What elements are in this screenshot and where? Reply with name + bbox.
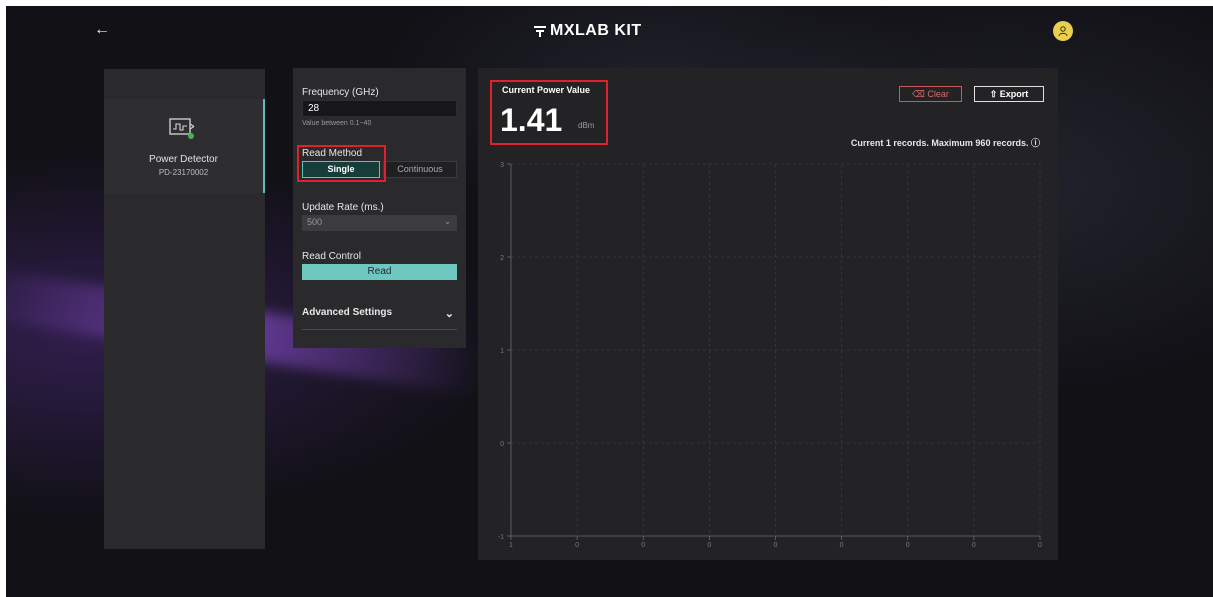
frequency-hint: Value between 0.1~40 — [302, 120, 372, 127]
user-icon — [1058, 26, 1068, 37]
current-power-value: 1.41 — [500, 102, 563, 138]
x-tick-label: 0 — [707, 542, 711, 549]
header: ← MXLAB KIT — [6, 6, 1213, 58]
current-power-title: Current Power Value — [502, 85, 591, 95]
frequency-label: Frequency (GHz) — [302, 87, 379, 98]
app-window: ← MXLAB KIT Power Detector PD-23170002 F… — [6, 6, 1213, 597]
read-method-label: Read Method — [302, 148, 363, 159]
chevron-down-icon: ⌄ — [444, 217, 451, 226]
x-tick-label: 0 — [1038, 542, 1042, 549]
device-list-panel: Power Detector PD-23170002 — [104, 69, 265, 549]
x-tick-label: 0 — [774, 542, 778, 549]
clear-label: Clear — [927, 89, 949, 99]
x-tick-label: 0 — [906, 542, 910, 549]
power-detector-icon — [169, 118, 195, 139]
clear-button[interactable]: ⌫ Clear — [899, 86, 962, 102]
back-arrow-icon[interactable]: ← — [94, 21, 112, 39]
advanced-settings-toggle[interactable]: Advanced Settings ⌄ — [302, 307, 457, 330]
update-rate-label: Update Rate (ms.) — [302, 202, 384, 213]
device-serial: PD-23170002 — [158, 168, 209, 177]
export-label: Export — [999, 89, 1029, 99]
trash-icon: ⌫ — [912, 89, 925, 99]
brand-logo: MXLAB KIT — [534, 22, 642, 40]
x-tick-label: 1 — [509, 542, 513, 549]
device-card-power-detector[interactable]: Power Detector PD-23170002 — [104, 99, 265, 193]
read-button[interactable]: Read — [302, 264, 457, 280]
y-tick-label: 3 — [500, 162, 504, 169]
x-tick-label: 0 — [972, 542, 976, 549]
info-icon[interactable]: ⓘ — [1031, 138, 1040, 148]
brand-text: MXLAB KIT — [550, 22, 642, 39]
device-name: Power Detector — [149, 154, 218, 165]
brand-mark-icon — [534, 26, 546, 37]
read-method-continuous[interactable]: Continuous — [383, 161, 457, 178]
user-avatar[interactable] — [1053, 21, 1073, 41]
export-button[interactable]: ⇧ Export — [974, 86, 1044, 102]
update-rate-select[interactable]: 500 ⌄ — [302, 215, 457, 231]
x-tick-label: 0 — [641, 542, 645, 549]
device-status-dot — [188, 133, 194, 139]
y-tick-label: -1 — [498, 534, 504, 541]
y-tick-label: 1 — [500, 348, 504, 355]
power-chart: 3 2 1 0 -1 1 0 0 0 0 0 0 0 0 — [498, 162, 1042, 549]
read-method-single[interactable]: Single — [302, 161, 380, 178]
x-tick-label: 0 — [575, 542, 579, 549]
read-control-label: Read Control — [302, 251, 361, 262]
current-power-unit: dBm — [578, 121, 595, 130]
frequency-input[interactable] — [302, 100, 457, 117]
settings-panel: Frequency (GHz) Value between 0.1~40 Rea… — [293, 68, 466, 348]
records-text: Current 1 records. Maximum 960 records. — [850, 138, 1029, 148]
y-tick-label: 0 — [500, 441, 504, 448]
update-rate-value: 500 — [307, 217, 323, 227]
records-info: Current 1 records. Maximum 960 records. … — [851, 136, 1040, 149]
y-tick-label: 2 — [500, 255, 504, 262]
x-tick-label: 0 — [840, 542, 844, 549]
advanced-settings-label: Advanced Settings — [302, 307, 393, 318]
export-icon: ⇧ — [989, 89, 998, 99]
chevron-down-icon: ⌄ — [444, 308, 454, 320]
power-chart-panel: Current Power Value 1.41 dBm ⌫ Clear ⇧ E… — [478, 68, 1058, 560]
